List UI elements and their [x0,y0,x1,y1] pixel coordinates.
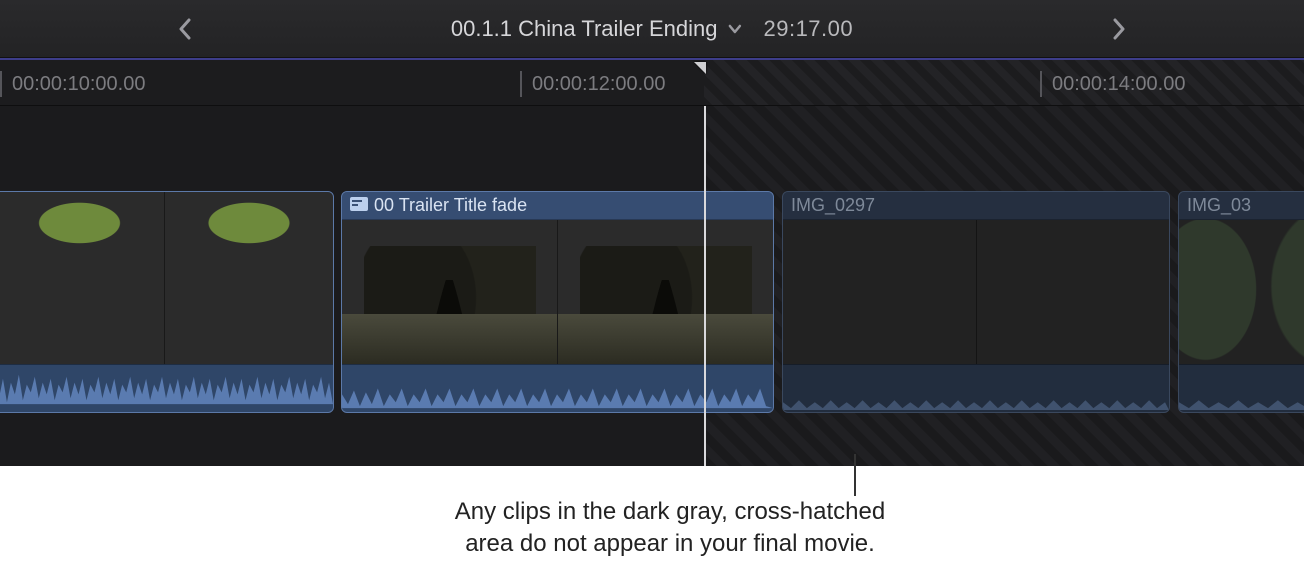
clip-audio-waveform [1179,364,1304,412]
thumbnail-frame [0,192,165,364]
tick-mark [520,71,522,97]
clip-audio-waveform [342,364,773,412]
tick-label: 00:00:12:00.00 [532,73,665,96]
thumbnail-frame [783,220,977,364]
clip-thumbnails [1179,220,1304,364]
thumb-label: Name [348,336,375,347]
clip-title-bar: IMG_03 [1179,192,1304,220]
clip[interactable]: IMG_03 [1178,191,1304,413]
thumb-label: Name [564,336,591,347]
ruler-tick: 00:00:14:00.00 [1040,60,1185,106]
clip[interactable] [0,191,334,413]
thumbnail-frame: NameDescription [342,220,558,364]
chevron-left-icon [178,18,192,40]
ruler-tick: 00:00:10:00.00 [0,60,145,106]
clip-audio-waveform [0,364,333,412]
clip-thumbnails: NameDescription NameDescription [342,220,773,364]
thumbnail-frame [1179,220,1304,364]
tick-label: 00:00:10:00.00 [12,73,145,96]
thumbnail-frame: NameDescription [558,220,773,364]
playhead[interactable] [704,106,706,466]
ruler-tick: 00:00:12:00.00 [520,60,665,106]
thumb-label: Description [348,347,398,358]
sequence-duration: 29:17.00 [763,16,853,42]
chevron-right-icon [1112,18,1126,40]
tick-mark [1040,71,1042,97]
prev-sequence-button[interactable] [160,0,210,58]
callout-leader-line [854,454,856,496]
clip-title-text: IMG_0297 [791,195,875,216]
clip-title-text: 00 Trailer Title fade [374,195,527,216]
callout-text: Any clips in the dark gray, cross-hatche… [390,496,950,560]
clip-thumbnails [783,220,1169,364]
tick-label: 00:00:14:00.00 [1052,73,1185,96]
next-sequence-button[interactable] [1094,0,1144,58]
timeline-header: 00.1.1 China Trailer Ending 29:17.00 [0,0,1304,58]
title-effect-icon [350,195,368,216]
thumbnail-frame [165,192,334,364]
tick-mark [0,71,2,97]
chevron-down-icon [727,16,741,42]
ruler-inactive-region [704,60,1304,106]
header-center: 00.1.1 China Trailer Ending 29:17.00 [451,16,853,42]
thumb-label: Description [564,347,614,358]
sequence-title-dropdown[interactable]: 00.1.1 China Trailer Ending [451,16,742,42]
sequence-title-text: 00.1.1 China Trailer Ending [451,16,718,42]
clip-audio-waveform [783,364,1169,412]
callout-line-2: area do not appear in your final movie. [465,530,875,557]
clip-thumbnails [0,192,333,364]
clip[interactable]: IMG_0297 [782,191,1170,413]
clip[interactable]: 00 Trailer Title fade NameDescription Na… [341,191,774,413]
video-editor-timeline: 00.1.1 China Trailer Ending 29:17.00 00:… [0,0,1304,466]
range-end-icon [694,62,706,74]
clip-title-bar: 00 Trailer Title fade [342,192,773,220]
callout-line-1: Any clips in the dark gray, cross-hatche… [455,498,885,525]
clip-title-bar: IMG_0297 [783,192,1169,220]
thumbnail-frame [977,220,1170,364]
timeline-tracks[interactable]: 00 Trailer Title fade NameDescription Na… [0,106,1304,466]
clip-title-text: IMG_03 [1187,195,1251,216]
timeline-ruler[interactable]: 00:00:10:00.00 00:00:12:00.00 00:00:14:0… [0,58,1304,106]
